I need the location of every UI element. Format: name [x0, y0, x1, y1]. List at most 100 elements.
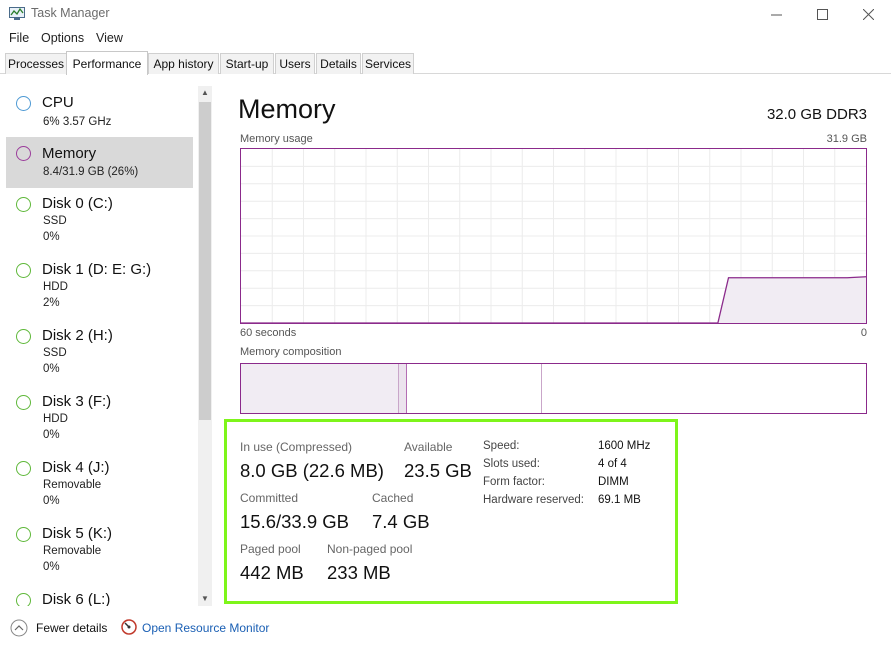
speed-key: Speed:: [483, 440, 520, 452]
sidebar-item-label: Disk 5 (K:): [42, 525, 113, 542]
sidebar-item-type: HDD: [43, 413, 68, 425]
sidebar-item-type: Removable: [43, 479, 102, 491]
sidebar-item-detail: 8.4/31.9 GB (26%): [43, 166, 139, 178]
slots-used-value: 4 of 4: [598, 458, 627, 470]
tab-services[interactable]: Services: [362, 53, 414, 74]
disk-status-icon: [16, 263, 31, 278]
cpu-status-icon: [16, 96, 31, 111]
sidebar-item-type: HDD: [43, 281, 68, 293]
tab-startup[interactable]: Start-up: [220, 53, 274, 74]
tab-app-history[interactable]: App history: [148, 53, 219, 74]
committed-label: Committed: [240, 491, 299, 505]
scroll-thumb[interactable]: [199, 102, 211, 420]
in-use-value: 8.0 GB (22.6 MB): [240, 460, 384, 481]
menu-view[interactable]: View: [96, 31, 123, 45]
sidebar-item-label: Disk 0 (C:): [42, 195, 113, 212]
disk-status-icon: [16, 527, 31, 542]
usage-area: [717, 276, 866, 323]
cached-label: Cached: [372, 491, 414, 505]
cached-value: 7.4 GB: [372, 511, 430, 532]
memory-composition-bar: [240, 363, 867, 414]
task-manager-icon: [9, 7, 25, 20]
memory-usage-max: 31.9 GB: [826, 133, 867, 145]
in-use-label: In use (Compressed): [240, 440, 353, 454]
sidebar-item-disk-6[interactable]: Disk 6 (L:): [6, 586, 193, 606]
sidebar-item-type: Removable: [43, 545, 102, 557]
sidebar-item-disk-2[interactable]: Disk 2 (H:) SSD 0%: [6, 322, 193, 384]
memory-usage-chart: [241, 149, 866, 323]
sidebar-item-usage: 0%: [43, 429, 60, 441]
maximize-button[interactable]: [799, 0, 845, 28]
sidebar-item-usage: 0%: [43, 363, 60, 375]
sidebar-item-usage: 2%: [43, 297, 60, 309]
sidebar-item-usage: 0%: [43, 495, 60, 507]
sidebar-item-disk-1[interactable]: Disk 1 (D: E: G:) HDD 2%: [6, 256, 193, 318]
tab-performance[interactable]: Performance: [66, 51, 148, 75]
paged-pool-value: 442 MB: [240, 562, 304, 583]
memory-usage-label: Memory usage: [240, 133, 313, 145]
close-icon: [862, 8, 874, 20]
committed-value: 15.6/33.9 GB: [240, 511, 350, 532]
menu-file[interactable]: File: [9, 31, 29, 45]
title-bar: Task Manager: [0, 0, 891, 28]
graph-time-right: 0: [860, 327, 867, 339]
tab-users[interactable]: Users: [275, 53, 315, 74]
sidebar-item-disk-4[interactable]: Disk 4 (J:) Removable 0%: [6, 454, 193, 516]
tab-details[interactable]: Details: [316, 53, 361, 74]
sidebar-scrollbar[interactable]: ▲ ▼: [198, 86, 212, 606]
sidebar-item-disk-3[interactable]: Disk 3 (F:) HDD 0%: [6, 388, 193, 450]
footer-bar: Fewer details Open Resource Monitor: [0, 610, 891, 650]
sidebar-item-disk-5[interactable]: Disk 5 (K:) Removable 0%: [6, 520, 193, 582]
form-factor-value: DIMM: [598, 476, 629, 488]
minimize-icon: [770, 14, 782, 15]
memory-status-icon: [16, 146, 31, 161]
composition-in-use[interactable]: [241, 364, 399, 413]
sidebar-item-label: Disk 4 (J:): [42, 459, 110, 476]
sidebar-item-disk-0[interactable]: Disk 0 (C:) SSD 0%: [6, 190, 193, 252]
sidebar-item-type: SSD: [43, 347, 67, 359]
nonpaged-pool-label: Non-paged pool: [327, 542, 413, 556]
performance-sidebar: CPU 6% 3.57 GHz Memory 8.4/31.9 GB (26%)…: [0, 84, 198, 606]
sidebar-item-label: Memory: [42, 145, 97, 162]
hardware-reserved-value: 69.1 MB: [598, 494, 641, 506]
close-button[interactable]: [845, 0, 891, 28]
sidebar-item-cpu[interactable]: CPU 6% 3.57 GHz: [6, 88, 193, 137]
maximize-icon: [816, 8, 828, 20]
disk-status-icon: [16, 461, 31, 476]
fewer-details-button[interactable]: Fewer details: [8, 618, 108, 638]
minimize-button[interactable]: [753, 0, 799, 28]
available-label: Available: [404, 440, 453, 454]
chevron-up-icon: [10, 619, 28, 637]
available-value: 23.5 GB: [404, 460, 472, 481]
memory-spec: 32.0 GB DDR3: [766, 106, 867, 123]
memory-composition-label: Memory composition: [240, 346, 342, 358]
composition-standby[interactable]: [406, 364, 543, 413]
sidebar-item-type: SSD: [43, 215, 67, 227]
scroll-down-icon[interactable]: ▼: [198, 592, 212, 606]
resource-monitor-icon: [121, 619, 137, 635]
tab-processes[interactable]: Processes: [5, 53, 67, 74]
menu-bar: File Options View: [0, 29, 891, 49]
disk-status-icon: [16, 593, 31, 606]
disk-status-icon: [16, 197, 31, 212]
menu-options[interactable]: Options: [41, 31, 84, 45]
sidebar-item-memory[interactable]: Memory 8.4/31.9 GB (26%): [6, 137, 193, 188]
sidebar-item-usage: 0%: [43, 561, 60, 573]
fewer-details-label: Fewer details: [36, 621, 108, 635]
sidebar-item-label: Disk 2 (H:): [42, 327, 113, 344]
paged-pool-label: Paged pool: [240, 542, 301, 556]
disk-status-icon: [16, 395, 31, 410]
hardware-reserved-key: Hardware reserved:: [483, 494, 584, 506]
open-resource-monitor-label: Open Resource Monitor: [142, 621, 270, 635]
sidebar-item-usage: 0%: [43, 231, 60, 243]
sidebar-item-label: CPU: [42, 94, 74, 111]
window-title: Task Manager: [31, 6, 110, 20]
scroll-up-icon[interactable]: ▲: [198, 86, 212, 100]
open-resource-monitor-link[interactable]: Open Resource Monitor: [120, 618, 280, 638]
graph-time-left: 60 seconds: [240, 327, 297, 339]
page-title: Memory: [238, 94, 336, 124]
slots-used-key: Slots used:: [483, 458, 540, 470]
sidebar-item-label: Disk 6 (L:): [42, 591, 111, 606]
composition-modified[interactable]: [398, 364, 407, 413]
memory-usage-graph: [240, 148, 867, 324]
